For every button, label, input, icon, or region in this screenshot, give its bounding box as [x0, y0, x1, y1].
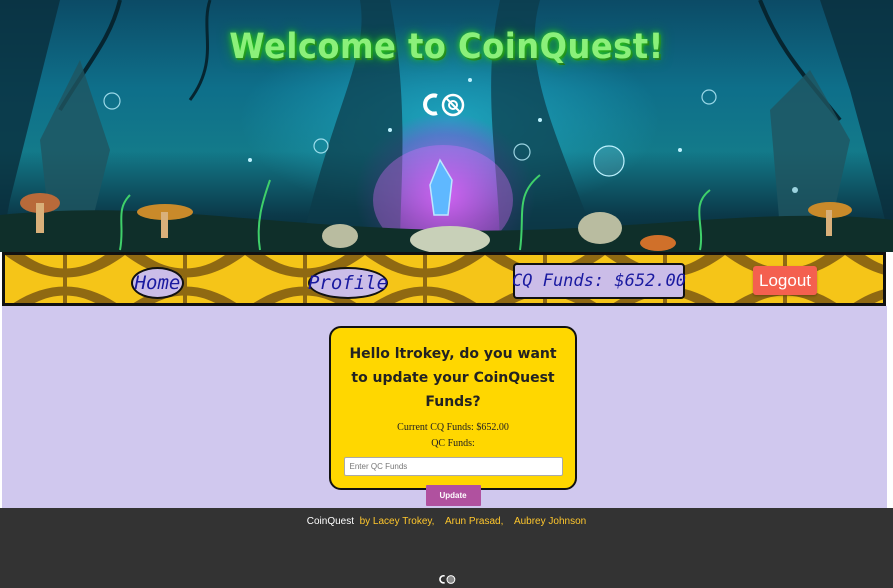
footer-by-label: by [359, 516, 371, 527]
footer-author: Arun Prasad, [445, 516, 504, 527]
footer-author: Aubrey Johnson [513, 516, 587, 527]
footer-credits: CoinQuest by Lacey Trokey, Arun Prasad, … [0, 516, 893, 527]
coinquest-logo-icon [423, 93, 465, 117]
nav-home-link[interactable]: Home [131, 267, 184, 299]
hero-banner: Welcome to CoinQuest! [0, 0, 893, 252]
footer-brand: CoinQuest [306, 516, 355, 527]
qc-funds-label: QC Funds: [431, 438, 475, 449]
coinquest-logo-icon [439, 575, 456, 584]
logout-button[interactable]: Logout [753, 266, 817, 295]
footer: CoinQuest by Lacey Trokey, Arun Prasad, … [0, 508, 893, 588]
update-funds-heading: Hello ltrokey, do you want to update you… [349, 346, 557, 410]
update-funds-card: Hello ltrokey, do you want to update you… [329, 326, 577, 506]
nav-bar: Home Profile CQ Funds: $652.00 Logout [2, 252, 886, 306]
footer-author: Lacey Trokey, [372, 516, 435, 527]
qc-funds-input[interactable] [343, 457, 563, 476]
current-funds-text: Current CQ Funds: $652.00 [397, 422, 509, 433]
main-content: Hello ltrokey, do you want to update you… [2, 306, 887, 508]
cq-funds-display: CQ Funds: $652.00 [512, 263, 686, 299]
page-title: Welcome to CoinQuest! [229, 27, 664, 67]
nav-profile-link[interactable]: Profile [308, 267, 388, 299]
update-button[interactable]: Update [425, 485, 481, 506]
